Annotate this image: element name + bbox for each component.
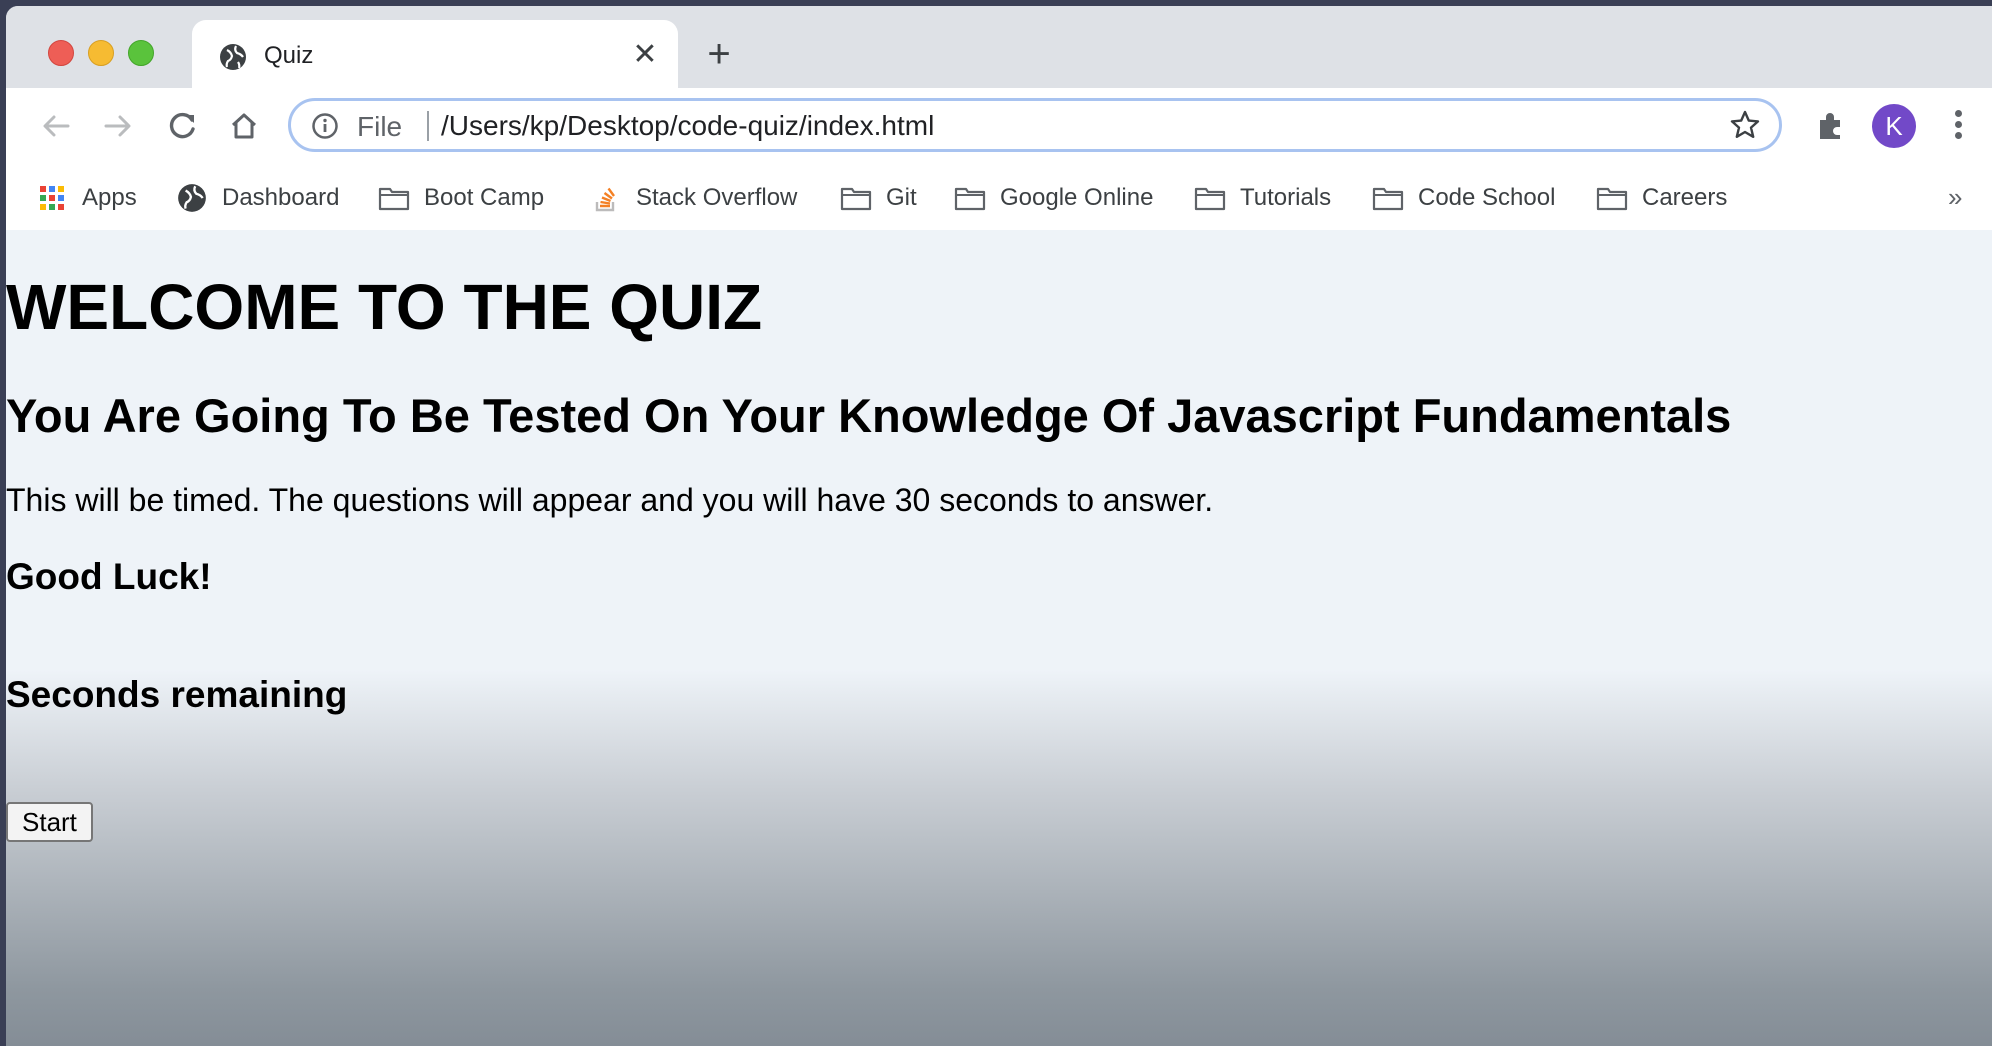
folder-icon [1596,187,1628,211]
reload-icon[interactable] [162,106,202,146]
bookmark-label: Git [886,184,917,211]
bookmark-boot-camp[interactable]: Boot Camp [378,178,544,218]
bookmark-label: Dashboard [222,184,340,211]
close-window-button[interactable] [48,40,74,66]
scheme-label: File [357,111,403,142]
bookmark-apps[interactable]: Apps [36,178,137,218]
bookmark-label: Careers [1642,184,1728,211]
close-icon[interactable]: ✕ [630,40,660,70]
back-arrow-icon[interactable] [36,106,76,146]
stack-overflow-icon [595,187,615,212]
minimize-window-button[interactable] [88,40,114,66]
bookmark-tutorials[interactable]: Tutorials [1194,178,1331,218]
bookmark-dashboard[interactable]: Dashboard [176,178,339,218]
folder-icon [1372,187,1404,211]
folder-icon [378,187,410,211]
avatar[interactable]: K [1872,104,1916,148]
bookmark-label: Boot Camp [424,184,545,211]
page-subtitle: You Are Going To Be Tested On Your Knowl… [6,389,1732,442]
bookmark-google-online[interactable]: Google Online [954,178,1153,218]
bookmark-git[interactable]: Git [840,178,917,218]
address-bar[interactable]: File /Users/kp/Desktop/code-quiz/index.h… [288,98,1782,152]
apps-grid-icon [40,186,64,210]
globe-icon [220,44,246,70]
maximize-window-button[interactable] [128,40,154,66]
bookmark-label: Stack Overflow [636,184,798,211]
page-content: WELCOME TO THE QUIZ You Are Going To Be … [6,230,1992,1046]
star-icon[interactable] [1729,109,1761,141]
bookmark-label: Code School [1418,184,1556,211]
tab-title: Quiz [264,42,314,69]
globe-icon [178,184,206,212]
home-icon[interactable] [224,106,264,146]
folder-icon [1194,187,1226,211]
folder-icon [954,187,986,211]
bookmarks-bar: Apps Dashboard Boot Camp Stack Overflow [6,168,1992,231]
address-separator [427,111,429,141]
bookmark-label: Apps [82,184,137,211]
tab-quiz[interactable]: Quiz ✕ [192,20,678,88]
good-luck-heading: Good Luck! [6,556,212,597]
folder-icon [840,187,872,211]
url-text[interactable]: /Users/kp/Desktop/code-quiz/index.html [441,110,934,142]
bookmark-careers[interactable]: Careers [1596,178,1727,218]
forward-arrow-icon[interactable] [98,106,138,146]
tab-strip: Quiz ✕ + [6,6,1992,88]
info-icon[interactable] [311,112,339,140]
browser-toolbar: File /Users/kp/Desktop/code-quiz/index.h… [6,88,1992,168]
bookmark-label: Google Online [1000,184,1154,211]
bookmark-label: Tutorials [1240,184,1332,211]
plus-icon[interactable]: + [700,34,738,74]
browser-window: Quiz ✕ + File /Users/kp/Desktop/code-qui… [6,6,1992,1046]
timer-label: Seconds remaining [6,674,348,715]
bookmark-code-school[interactable]: Code School [1372,178,1555,218]
bookmark-stack-overflow[interactable]: Stack Overflow [590,178,797,218]
puzzle-extension-icon[interactable] [1814,108,1848,142]
start-button[interactable]: Start [6,802,93,842]
instructions-text: This will be timed. The questions will a… [6,482,1214,518]
more-menu-icon[interactable] [1948,106,1968,146]
page-title: WELCOME TO THE QUIZ [6,271,763,343]
bookmarks-overflow-button[interactable]: » [1948,182,1962,213]
